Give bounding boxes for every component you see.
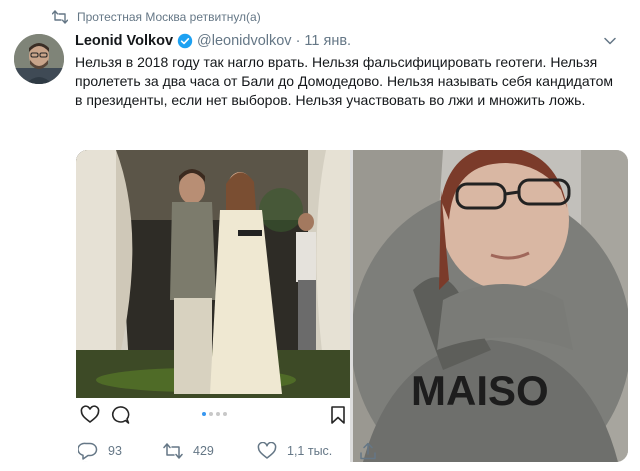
reply-icon	[78, 442, 98, 460]
instagram-comment-icon[interactable]	[110, 405, 130, 425]
retweet-context[interactable]: Протестная Москва ретвитнул(а)	[52, 9, 261, 25]
avatar[interactable]	[14, 34, 64, 84]
retweet-count: 429	[193, 444, 214, 458]
tweet-header: Leonid Volkov @leonidvolkov · 11 янв.	[75, 31, 351, 51]
reply-count: 93	[108, 444, 122, 458]
carousel-indicator	[202, 412, 227, 416]
instagram-bookmark-icon[interactable]	[328, 405, 348, 425]
author-handle[interactable]: @leonidvolkov	[197, 33, 292, 49]
like-count: 1,1 тыс.	[287, 444, 333, 458]
retweet-icon	[52, 10, 68, 24]
media-photo-right[interactable]: MAISO	[353, 150, 628, 462]
instagram-heart-icon[interactable]	[80, 405, 100, 425]
retweet-button[interactable]: 429	[163, 440, 214, 462]
share-icon	[358, 442, 378, 460]
author-name[interactable]: Leonid Volkov	[75, 33, 173, 49]
chevron-down-icon[interactable]	[604, 36, 616, 46]
media-photo-left[interactable]	[76, 150, 350, 398]
retweet-context-text[interactable]: Протестная Москва ретвитнул(а)	[77, 10, 261, 24]
retweet-icon	[163, 442, 183, 460]
verified-badge-icon	[177, 33, 193, 49]
tweet-actions: 93 429 1,1 тыс.	[78, 440, 618, 462]
reply-button[interactable]: 93	[78, 440, 122, 462]
tweet-timestamp[interactable]: 11 янв.	[304, 33, 351, 49]
share-button[interactable]	[358, 440, 388, 462]
media-grid: MAISO	[76, 150, 628, 462]
like-icon	[257, 442, 277, 460]
separator-dot: ·	[295, 33, 301, 49]
tweet-text: Нельзя в 2018 году так нагло врать. Нель…	[75, 54, 613, 108]
like-button[interactable]: 1,1 тыс.	[257, 440, 332, 462]
sweater-print-text: MAISO	[411, 367, 549, 414]
